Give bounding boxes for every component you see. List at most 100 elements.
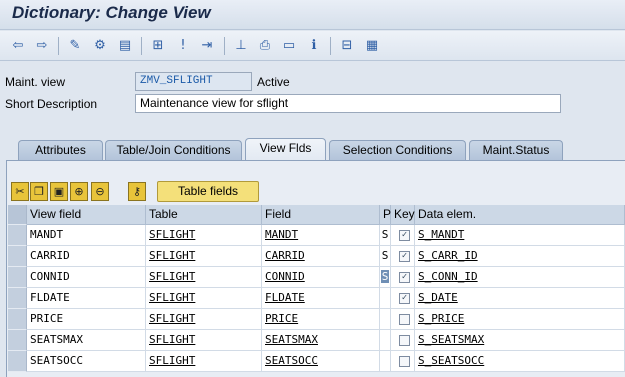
row-selector[interactable]	[8, 330, 27, 351]
cell-p[interactable]	[380, 351, 391, 372]
cell-p[interactable]	[380, 288, 391, 309]
cell-field[interactable]: FLDATE	[262, 288, 380, 309]
tab-maint-status[interactable]: Maint.Status	[469, 140, 563, 160]
navigation-icon[interactable]: ⇥	[198, 37, 216, 55]
cell-key	[391, 309, 415, 330]
display-change-icon[interactable]: ✎	[66, 37, 84, 55]
cell-field-text: CARRID	[265, 249, 305, 262]
back-icon[interactable]: ⇦	[9, 37, 27, 55]
key-checkbox[interactable]	[399, 335, 410, 346]
cell-table[interactable]: SFLIGHT	[146, 330, 262, 351]
info-icon[interactable]: ℹ	[305, 37, 323, 55]
cell-view-field[interactable]: PRICE	[27, 309, 146, 330]
cell-data-elem[interactable]: S_PRICE	[415, 309, 625, 330]
activate-icon[interactable]: ⚙	[91, 37, 109, 55]
cell-table[interactable]: SFLIGHT	[146, 267, 262, 288]
delete-row-icon[interactable]: ⊖	[91, 182, 109, 201]
view-status: Active	[257, 75, 290, 89]
cell-view-field[interactable]: MANDT	[27, 225, 146, 246]
row-selector[interactable]	[8, 267, 27, 288]
cell-field[interactable]: CARRID	[262, 246, 380, 267]
cell-data-elem-text: S_SEATSOCC	[418, 354, 485, 367]
col-header-table[interactable]: Table	[146, 205, 262, 225]
information-icon[interactable]: !	[174, 37, 192, 55]
toolbar-separator	[58, 37, 59, 55]
cell-view-field[interactable]: CONNID	[27, 267, 146, 288]
col-header-data-elem[interactable]: Data elem.	[415, 205, 625, 225]
tab-view-flds[interactable]: View Flds	[245, 138, 326, 161]
cell-view-field[interactable]: SEATSMAX	[27, 330, 146, 351]
hierarchy-icon[interactable]: ⊥	[232, 37, 250, 55]
where-used-icon[interactable]: ⊞	[149, 37, 167, 55]
cell-data-elem[interactable]: S_CONN_ID	[415, 267, 625, 288]
col-header-field[interactable]: Field	[262, 205, 380, 225]
cell-data-elem[interactable]: S_MANDT	[415, 225, 625, 246]
object-list-icon[interactable]: ▤	[116, 37, 134, 55]
cell-data-elem[interactable]: S_CARR_ID	[415, 246, 625, 267]
window-title: Dictionary: Change View	[12, 3, 211, 22]
maint-view-row: Maint. view ZMV_SFLIGHT Active	[0, 71, 625, 93]
key-checkbox[interactable]: ✓	[399, 272, 410, 283]
cell-view-field[interactable]: CARRID	[27, 246, 146, 267]
cell-field[interactable]: CONNID	[262, 267, 380, 288]
key-checkbox[interactable]: ✓	[399, 293, 410, 304]
cell-field[interactable]: PRICE	[262, 309, 380, 330]
cell-view-field[interactable]: SEATSOCC	[27, 351, 146, 372]
key-checkbox[interactable]	[399, 356, 410, 367]
col-header-p[interactable]: P	[380, 205, 391, 225]
cell-table[interactable]: SFLIGHT	[146, 246, 262, 267]
tab-table-join-conditions[interactable]: Table/Join Conditions	[105, 140, 242, 160]
cell-field[interactable]: SEATSMAX	[262, 330, 380, 351]
col-header-view-field[interactable]: View field	[27, 205, 146, 225]
toolbar-separator	[330, 37, 331, 55]
forward-icon[interactable]: ⇨	[33, 37, 51, 55]
tab-selection-conditions[interactable]: Selection Conditions	[329, 140, 466, 160]
title-bar: Dictionary: Change View	[0, 0, 625, 30]
paste-icon[interactable]: ▣	[50, 182, 68, 201]
short-description-label: Short Description	[5, 97, 98, 111]
select-all-cell[interactable]	[8, 205, 27, 225]
cell-table[interactable]: SFLIGHT	[146, 309, 262, 330]
cell-table[interactable]: SFLIGHT	[146, 225, 262, 246]
toolbar-separator	[224, 37, 225, 55]
cell-field[interactable]: SEATSOCC	[262, 351, 380, 372]
insert-row-icon[interactable]: ⊕	[70, 182, 88, 201]
row-selector[interactable]	[8, 225, 27, 246]
table-fields-button[interactable]: Table fields	[157, 181, 259, 202]
key-checkbox[interactable]: ✓	[399, 230, 410, 241]
cell-p[interactable]	[380, 309, 391, 330]
key-checkbox[interactable]	[399, 314, 410, 325]
cell-table-text: SFLIGHT	[149, 249, 196, 262]
display-object-list-icon[interactable]: ▭	[280, 37, 298, 55]
cell-table[interactable]: SFLIGHT	[146, 288, 262, 309]
grid-icon[interactable]: ▦	[363, 37, 381, 55]
copy-icon[interactable]: ❐	[30, 182, 48, 201]
cell-p[interactable]	[380, 330, 391, 351]
cell-table[interactable]: SFLIGHT	[146, 351, 262, 372]
row-selector[interactable]	[8, 246, 27, 267]
cell-field[interactable]: MANDT	[262, 225, 380, 246]
cell-p[interactable]: S	[380, 246, 391, 267]
print-icon[interactable]: ⎙	[256, 37, 274, 55]
maint-view-field[interactable]: ZMV_SFLIGHT	[135, 72, 252, 91]
key-icon[interactable]: ⚷	[128, 182, 146, 201]
cell-p[interactable]: S	[380, 267, 391, 288]
cell-data-elem[interactable]: S_DATE	[415, 288, 625, 309]
cell-data-elem[interactable]: S_SEATSMAX	[415, 330, 625, 351]
cell-data-elem[interactable]: S_SEATSOCC	[415, 351, 625, 372]
cell-p-text: S	[381, 249, 389, 262]
structure-icon[interactable]: ⊟	[338, 37, 356, 55]
col-header-key[interactable]: Key	[391, 205, 415, 225]
row-selector[interactable]	[8, 288, 27, 309]
short-description-field[interactable]: Maintenance view for sflight	[135, 94, 561, 113]
row-selector[interactable]	[8, 351, 27, 372]
cell-p[interactable]: S	[380, 225, 391, 246]
tab-attributes[interactable]: Attributes	[18, 140, 103, 160]
cell-p-text: S	[381, 228, 389, 241]
cell-key	[391, 330, 415, 351]
key-checkbox[interactable]: ✓	[399, 251, 410, 262]
cell-view-field[interactable]: FLDATE	[27, 288, 146, 309]
row-selector[interactable]	[8, 309, 27, 330]
cut-icon[interactable]: ✂	[11, 182, 29, 201]
cell-field-text: PRICE	[265, 312, 299, 325]
